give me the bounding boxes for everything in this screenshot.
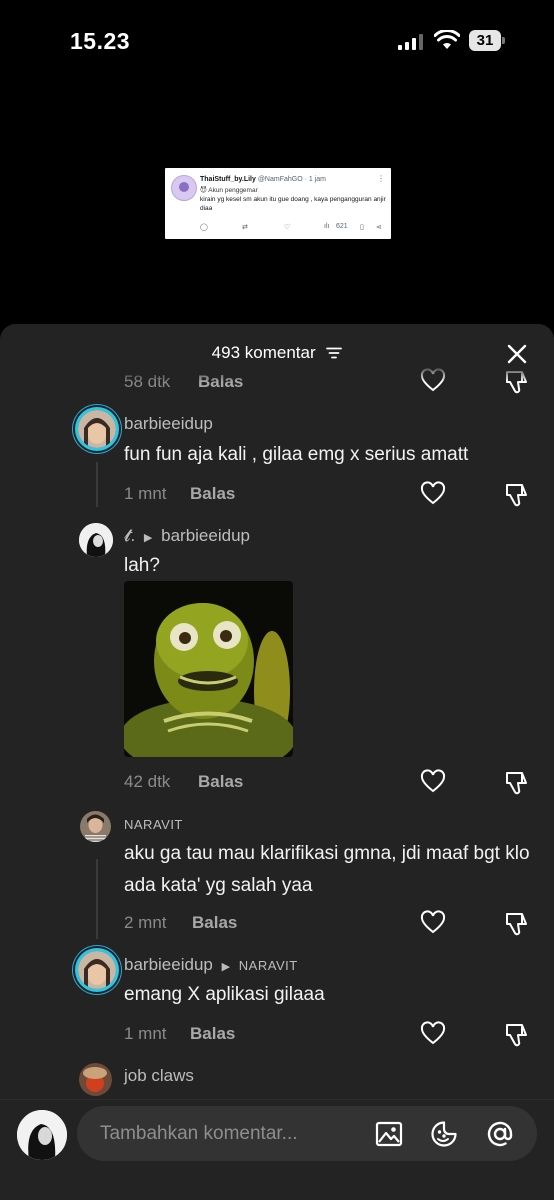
- heart-icon[interactable]: [420, 481, 446, 507]
- reply-arrow-icon: ▶: [143, 532, 153, 544]
- username[interactable]: barbieeidup: [124, 414, 213, 434]
- comments-sheet: 58 dtk Balas barbieeidup fun fun aja kal…: [0, 324, 554, 1200]
- filter-icon[interactable]: [326, 347, 343, 359]
- tweet-handle: @NamFahGO: [257, 176, 303, 183]
- thumb-down-icon[interactable]: [504, 481, 530, 507]
- wifi-icon: [434, 30, 460, 49]
- share-icon: ⋖: [376, 224, 382, 231]
- comment-time: 1 mnt: [124, 1024, 167, 1043]
- username[interactable]: NARAVIT: [124, 817, 183, 832]
- tweet-avatar: [171, 175, 197, 201]
- comment-placeholder: Tambahkan komentar...: [100, 1123, 298, 1144]
- comment-count-label: 493 komentar: [211, 343, 316, 362]
- avatar[interactable]: [78, 951, 116, 989]
- battery-level: 31: [469, 30, 501, 51]
- username-label[interactable]: 𝓽.: [124, 526, 135, 545]
- reply-icon: ◯: [200, 224, 208, 231]
- avatar[interactable]: [79, 523, 113, 557]
- reply-button[interactable]: Balas: [192, 913, 237, 933]
- heart-icon[interactable]: [420, 1021, 446, 1047]
- status-time: 15.23: [70, 28, 131, 54]
- my-avatar[interactable]: [17, 1110, 67, 1160]
- views-icon: ılı: [324, 223, 330, 230]
- emoji-icon[interactable]: [430, 1120, 458, 1148]
- comment-time: 1 mnt: [124, 484, 167, 503]
- status-bar: 15.23 31: [0, 0, 554, 84]
- retweet-icon: ⇄: [242, 224, 248, 231]
- tweet-author-name: ThaiStuff_by.Lily: [200, 176, 256, 183]
- heart-icon[interactable]: [420, 910, 446, 936]
- comment-count[interactable]: 493 komentar: [0, 343, 554, 363]
- tweet-text: kirain yg kesel sm akun itu gue doang , …: [200, 196, 386, 212]
- comment-text: aku ga tau mau klarifikasi gmna, jdi maa…: [124, 843, 530, 896]
- avatar[interactable]: [80, 811, 111, 842]
- heart-icon[interactable]: [420, 769, 446, 795]
- thumb-down-icon[interactable]: [504, 1021, 530, 1047]
- reply-arrow-icon: ▶: [221, 961, 231, 973]
- views-count: 621: [336, 223, 348, 230]
- comment-text: emang X aplikasi gilaaa: [124, 984, 325, 1005]
- avatar[interactable]: [79, 1063, 112, 1096]
- more-icon: ⋮: [377, 174, 385, 183]
- comment-list[interactable]: 58 dtk Balas barbieeidup fun fun aja kal…: [0, 324, 554, 1099]
- reply-button[interactable]: Balas: [190, 1024, 235, 1044]
- sheet-header: 493 komentar: [0, 324, 554, 382]
- comment-text: fun fun aja kali , gilaa emg x serius am…: [124, 444, 469, 465]
- close-icon[interactable]: [505, 342, 529, 366]
- thread-line: [96, 462, 98, 507]
- username-label[interactable]: barbieeidup: [124, 955, 213, 974]
- tweet-badge: 😈 Akun penggemar: [200, 186, 258, 194]
- tweet-badge-label: Akun penggemar: [208, 187, 258, 194]
- at-icon[interactable]: [486, 1120, 514, 1148]
- comment-input[interactable]: Tambahkan komentar...: [77, 1106, 537, 1161]
- thread-line: [96, 859, 98, 939]
- reply-to-username[interactable]: NARAVIT: [239, 958, 298, 973]
- username[interactable]: job claws: [124, 1066, 194, 1086]
- reply-button[interactable]: Balas: [190, 484, 235, 504]
- comment-input-bar: Tambahkan komentar...: [0, 1099, 554, 1200]
- sticker-image[interactable]: [124, 581, 293, 757]
- reply-to-username[interactable]: barbieeidup: [161, 526, 250, 545]
- thumb-down-icon[interactable]: [504, 769, 530, 795]
- signal-icon: [398, 34, 423, 50]
- tweet-actions: ◯ ⇄ ♡ ılı 621 ▯ ⋖: [200, 223, 386, 233]
- tweet-time: · 1 jam: [304, 176, 327, 183]
- battery-icon: 31: [469, 30, 505, 52]
- mask-icon: 😈: [200, 187, 207, 194]
- comment-time: 42 dtk: [124, 772, 171, 791]
- tweet-screenshot: ThaiStuff_by.Lily @NamFahGO · 1 jam ⋮ 😈 …: [165, 168, 391, 239]
- comment-time: 2 mnt: [124, 913, 167, 932]
- avatar[interactable]: [78, 410, 116, 448]
- username: barbieeidup ▶ NARAVIT: [124, 955, 298, 975]
- comment-text: lah?: [124, 555, 160, 576]
- tweet-header: ThaiStuff_by.Lily @NamFahGO · 1 jam: [200, 176, 326, 183]
- reply-button[interactable]: Balas: [198, 772, 243, 792]
- username: 𝓽. ▶ barbieeidup: [124, 526, 250, 546]
- like-icon: ♡: [284, 224, 291, 231]
- image-icon[interactable]: [375, 1120, 403, 1148]
- thumb-down-icon[interactable]: [504, 910, 530, 936]
- bookmark-icon: ▯: [360, 224, 364, 231]
